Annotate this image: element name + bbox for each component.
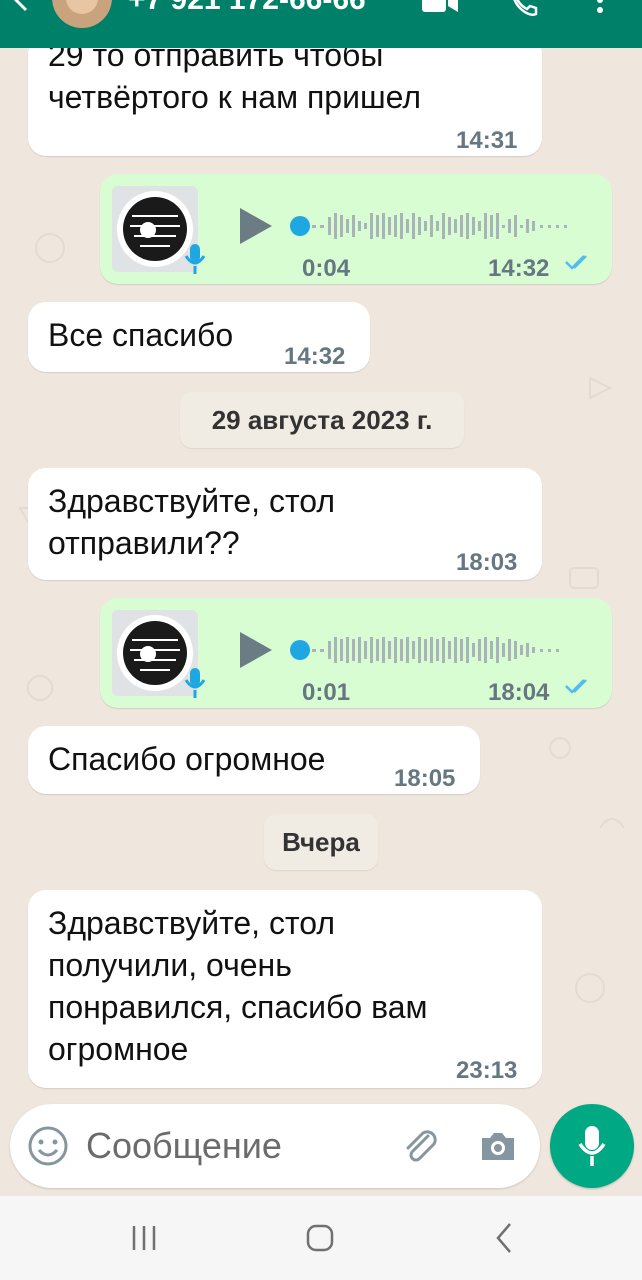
message-time: 14:32 xyxy=(284,343,346,370)
attach-icon[interactable] xyxy=(400,1126,440,1166)
message-bubble[interactable]: Здравствуйте, стол получили, очень понра… xyxy=(28,890,542,1088)
camera-icon[interactable] xyxy=(478,1126,518,1166)
back-arrow-icon[interactable] xyxy=(4,0,40,18)
message-time: 18:03 xyxy=(456,549,518,576)
message-text: 29 то отправить чтобы четвёртого к нам п… xyxy=(48,48,422,115)
more-vert-icon[interactable] xyxy=(588,0,612,18)
message-bubble[interactable]: Здравствуйте, стол отправили?? 18:03 xyxy=(28,468,542,580)
video-call-icon[interactable] xyxy=(420,0,460,14)
message-text: Здравствуйте, стол получили, очень понра… xyxy=(48,905,428,1067)
message-bubble[interactable]: 29 то отправить чтобы четвёртого к нам п… xyxy=(28,48,542,156)
voice-progress-knob[interactable] xyxy=(290,216,310,236)
message-time: 18:04 xyxy=(488,679,550,706)
contact-avatar[interactable] xyxy=(52,0,112,28)
voice-waveform[interactable] xyxy=(312,635,578,665)
mic-icon xyxy=(578,1126,606,1166)
voice-message-bubble[interactable]: 0:04 14:32 xyxy=(100,174,612,284)
mic-icon xyxy=(184,666,206,700)
date-separator: Вчера xyxy=(264,814,378,870)
mic-icon xyxy=(184,242,206,276)
recent-apps-icon[interactable] xyxy=(126,1220,162,1256)
message-text: Спасибо огромное xyxy=(48,741,326,777)
voice-progress-knob[interactable] xyxy=(290,640,310,660)
message-text: Здравствуйте, стол отправили?? xyxy=(48,483,335,561)
voice-record-button[interactable] xyxy=(550,1104,634,1188)
voice-message-bubble[interactable]: 0:01 18:04 xyxy=(100,598,612,708)
system-nav-bar xyxy=(0,1196,642,1280)
home-icon[interactable] xyxy=(300,1218,340,1258)
voice-duration: 0:04 xyxy=(302,255,351,282)
message-time: 14:32 xyxy=(488,255,550,282)
voice-waveform[interactable] xyxy=(312,211,578,241)
read-ticks-icon xyxy=(565,679,587,694)
phone-icon[interactable] xyxy=(508,0,540,18)
message-text: Все спасибо xyxy=(48,317,234,353)
message-composer xyxy=(10,1104,540,1188)
back-icon[interactable] xyxy=(486,1218,522,1258)
message-time: 18:05 xyxy=(394,765,456,792)
contact-name[interactable]: +7 921 172-66-66 xyxy=(128,0,366,18)
voice-duration: 0:01 xyxy=(302,679,351,706)
read-ticks-icon xyxy=(565,255,587,270)
message-time: 14:31 xyxy=(456,127,518,154)
play-icon[interactable] xyxy=(236,630,276,670)
message-bubble[interactable]: Спасибо огромное 18:05 xyxy=(28,726,480,794)
message-time: 23:13 xyxy=(456,1057,518,1084)
message-bubble[interactable]: Все спасибо 14:32 xyxy=(28,302,370,372)
chat-area[interactable]: 29 то отправить чтобы четвёртого к нам п… xyxy=(0,48,642,1108)
chat-header: +7 921 172-66-66 xyxy=(0,0,642,48)
emoji-icon[interactable] xyxy=(26,1124,70,1168)
date-separator: 29 августа 2023 г. xyxy=(180,392,464,448)
play-icon[interactable] xyxy=(236,206,276,246)
message-input[interactable] xyxy=(86,1122,386,1170)
